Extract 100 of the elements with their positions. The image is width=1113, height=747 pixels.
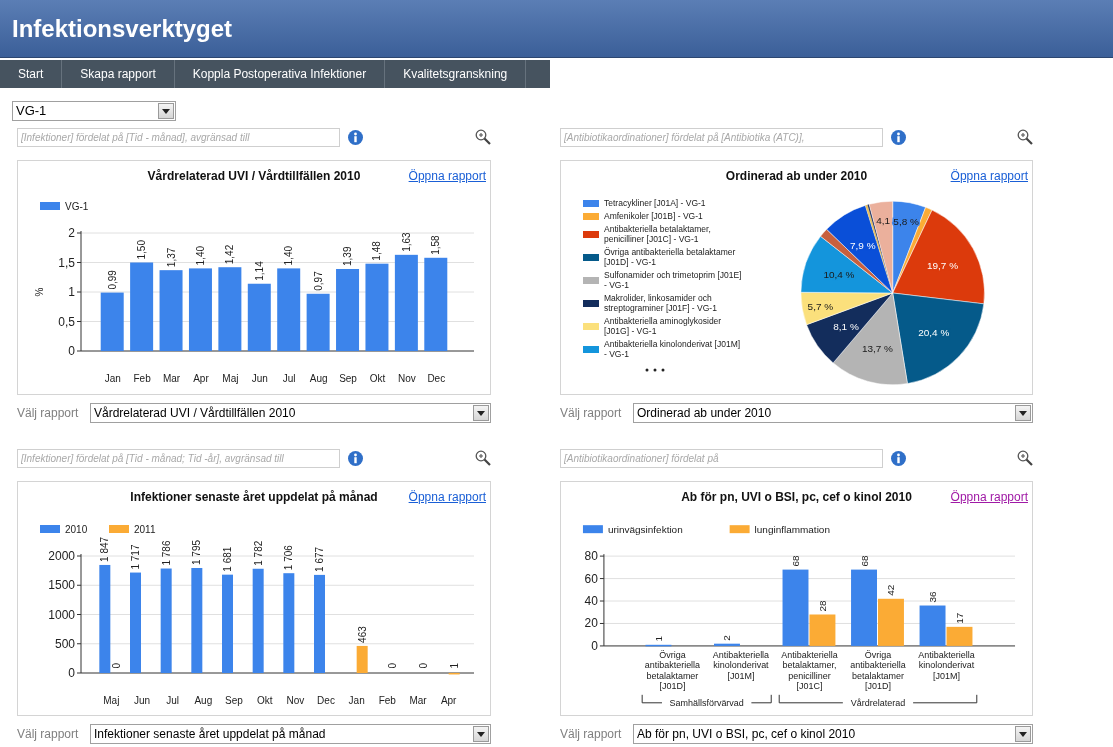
data-label: 1 782 <box>252 540 264 566</box>
zoom-in-icon[interactable] <box>1017 129 1033 145</box>
nav-tab[interactable]: Start <box>0 60 63 88</box>
nav-tab[interactable]: Kvalitetsgranskning <box>385 60 527 88</box>
category-label: Aug <box>194 695 213 706</box>
open-report-link[interactable]: Öppna rapport <box>400 487 490 506</box>
bar <box>306 293 330 351</box>
group-label: Samhällsförvärvad <box>669 697 744 708</box>
report-select[interactable]: Infektioner senaste året uppdelat på månad <box>90 724 491 744</box>
axis-tick-label: 2000 <box>48 549 75 563</box>
zoom-in-icon[interactable] <box>1017 450 1033 466</box>
category-label: Sep <box>225 695 243 706</box>
data-label: 2 <box>721 635 733 641</box>
data-label: 1,40 <box>194 245 206 266</box>
data-label: 0,97 <box>312 271 324 291</box>
group-label: Vårdrelaterad <box>850 697 906 708</box>
axis-tick-label: 1 <box>68 285 75 299</box>
category-label: Nov <box>398 373 416 384</box>
legend-label: Amfenikoler [J01B] - VG-1 <box>604 211 704 221</box>
report-select-label: Välj rapport <box>560 726 623 743</box>
category-label: Mar <box>409 695 427 706</box>
chart-title: Ab för pn, UVI o BSI, pc, cef o kinol 2010 <box>680 488 913 506</box>
category-label: Sep <box>339 373 357 384</box>
category-label: Mar <box>162 373 181 384</box>
data-label: 1,37 <box>165 247 177 268</box>
report-select[interactable]: Vårdrelaterad UVI / Vårdtillfällen 2010 <box>90 403 491 423</box>
legend-swatch <box>109 525 129 533</box>
data-label: 0 <box>387 662 399 669</box>
data-label: 10,4 % <box>823 269 855 281</box>
category-label: Antibakteriella betalaktamer, penicilliner [J01C] <box>781 649 838 692</box>
axis-tick-label: 1000 <box>48 607 75 622</box>
data-label: 1,50 <box>136 240 148 260</box>
legend-label: Antibakteriella kinolonderivat [J01M] - VG-1 <box>604 339 742 359</box>
data-label: 36 <box>927 591 939 603</box>
data-label: 19,7 % <box>926 260 958 272</box>
data-label: 1 717 <box>130 544 141 570</box>
open-report-link[interactable]: Öppna rapport <box>942 166 1032 185</box>
legend-label: Sulfonamider och trimetoprim [J01E] - VG-1 <box>604 270 743 290</box>
category-label: Övriga antibakteriella betalaktamer [J01D] <box>850 649 906 692</box>
data-label: 1 847 <box>99 536 111 562</box>
category-label: Maj <box>222 373 239 384</box>
report-select[interactable]: Ordinerad ab under 2010 <box>633 403 1033 423</box>
legend-swatch <box>583 299 599 307</box>
axis-tick-label: 0 <box>68 344 75 358</box>
axis-tick-label: 20 <box>584 616 598 631</box>
axis-tick-label: 80 <box>584 549 598 564</box>
info-icon[interactable] <box>348 129 363 145</box>
bar <box>645 644 672 647</box>
axis-tick-label: 1500 <box>48 578 75 593</box>
filter-field[interactable]: [Antibiotikaordinationer] fördelat på <box>560 448 883 468</box>
zoom-in-icon[interactable] <box>475 450 491 466</box>
data-label: 1,63 <box>400 232 412 252</box>
data-label: 1 <box>652 635 664 642</box>
info-icon[interactable] <box>348 450 363 466</box>
bar <box>714 643 740 646</box>
data-label: 1,42 <box>224 244 236 265</box>
open-report-link[interactable]: Öppna rapport <box>942 487 1032 506</box>
axis-tick-label: 60 <box>584 571 598 586</box>
info-icon[interactable] <box>891 450 906 466</box>
report-select[interactable]: Ab för pn, UVI o BSI, pc, cef o kinol 2010 <box>633 724 1033 744</box>
data-label: 0 <box>111 662 123 669</box>
data-label: 0,99 <box>106 270 118 290</box>
data-label: 1,48 <box>371 241 383 261</box>
axis-tick-label: 500 <box>54 636 75 651</box>
category-label: Antibakteriella kinolonderivat [J01M] <box>712 649 770 681</box>
category-label: Antibakteriella kinolonderivat [J01M] <box>918 649 975 681</box>
category-label: Feb <box>133 373 151 384</box>
category-label: Apr <box>193 373 209 384</box>
data-label: 7,9 % <box>849 239 876 251</box>
data-label: 1,40 <box>283 245 295 266</box>
nav-tab[interactable]: Skapa rapport <box>62 60 175 88</box>
legend-swatch <box>40 525 60 533</box>
legend-label: Makrolider, linkosamider och streptograminer [J01F] - VG-1 <box>604 293 718 313</box>
filter-field[interactable]: [Infektioner] fördelat på [Tid - månad; Tid -år], avgränsad till <box>17 448 340 468</box>
data-label: 463 <box>356 626 368 643</box>
unit-select[interactable]: VG-1 <box>12 101 176 121</box>
zoom-in-icon[interactable] <box>475 129 491 145</box>
category-label: Jan <box>104 373 121 384</box>
legend-swatch <box>729 525 750 534</box>
data-label: 20,4 % <box>917 327 949 339</box>
legend-swatch <box>583 322 599 330</box>
data-label: 0 <box>418 662 429 669</box>
filter-field[interactable]: [Antibiotikaordinationer] fördelat på [Antibiotika (ATC)], <box>560 127 883 147</box>
axis-tick-label: 1,5 <box>58 255 75 270</box>
legend-swatch <box>583 212 599 220</box>
data-label: 4,1 <box>875 215 890 227</box>
data-label: 28 <box>816 600 828 612</box>
data-label: 13,7 % <box>861 342 893 354</box>
axis-tick-label: 0 <box>68 666 75 680</box>
open-report-link[interactable]: Öppna rapport <box>400 166 490 185</box>
legend-label: Antibakteriella betalaktamer, penicilliner [J01C] - VG-1 <box>604 224 712 244</box>
data-label: 68 <box>790 555 801 567</box>
chart-title: Infektioner senaste året uppdelat på månad <box>129 488 379 506</box>
info-icon[interactable] <box>891 129 906 145</box>
legend-label: lunginflammation <box>754 524 830 536</box>
nav-tab[interactable]: Koppla Postoperativa Infektioner <box>174 60 386 88</box>
legend-label: Tetracykliner [J01A] - VG-1 <box>604 198 707 208</box>
legend-swatch <box>583 199 599 207</box>
category-label: Övriga antibakteriella betalaktamer [J01D] <box>644 649 701 692</box>
filter-field[interactable]: [Infektioner] fördelat på [Tid - månad], avgränsad till <box>17 127 340 147</box>
